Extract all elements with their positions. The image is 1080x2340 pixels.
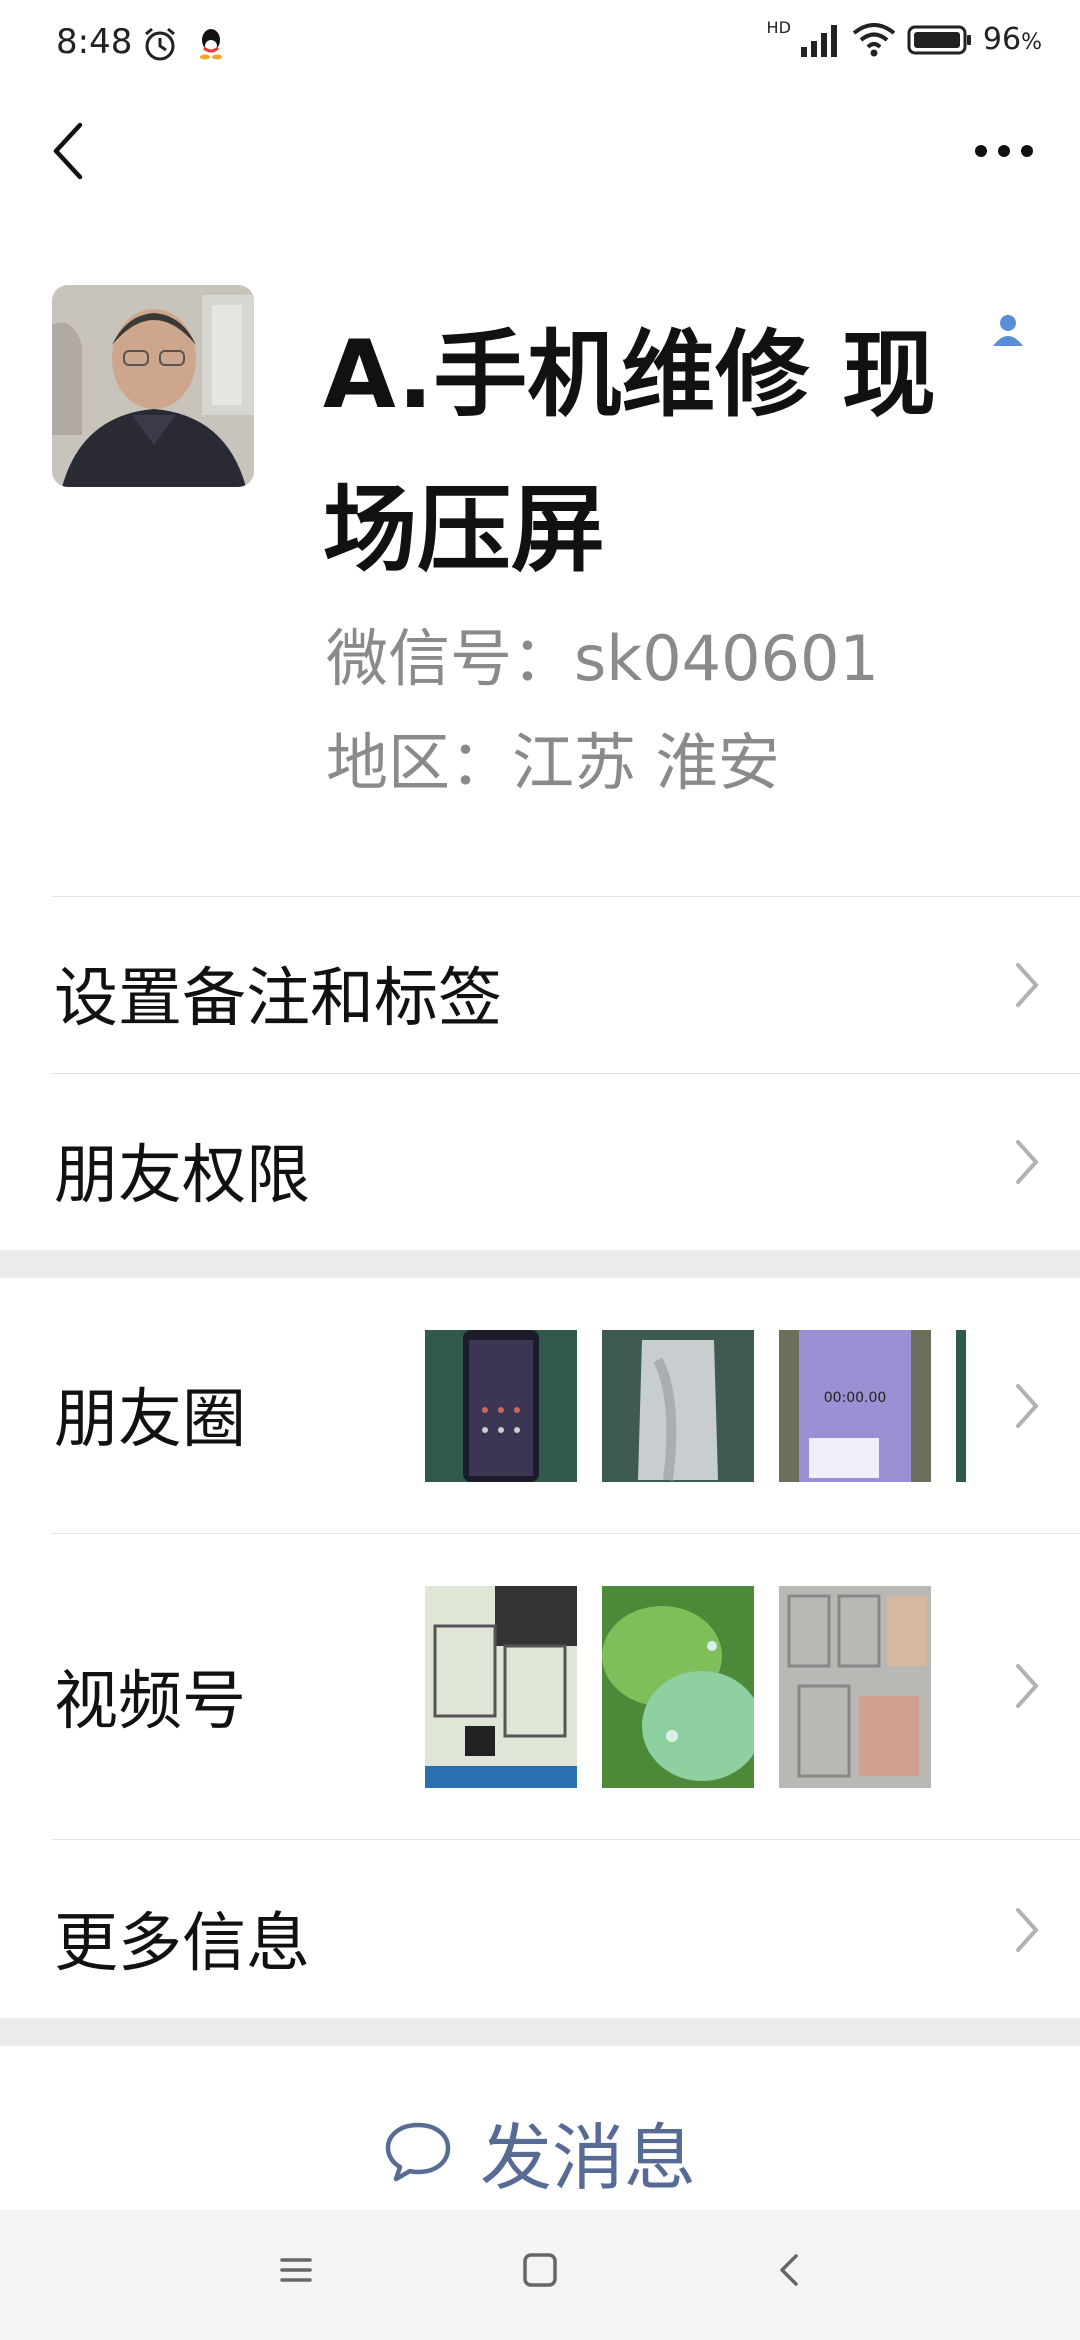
menu-button[interactable] xyxy=(276,2250,316,2294)
more-dots-icon xyxy=(975,145,1033,157)
wifi-icon xyxy=(852,22,896,56)
battery-icon xyxy=(907,25,971,54)
row-more-info[interactable]: 更多信息 xyxy=(0,1840,1080,2018)
row-more-info-label: 更多信息 xyxy=(54,1907,310,1981)
row-channels[interactable]: 视频号 xyxy=(0,1534,1080,1839)
qq-icon xyxy=(196,26,226,64)
channels-thumbnail xyxy=(602,1586,754,1788)
signal-icon xyxy=(800,24,837,57)
top-nav xyxy=(0,96,1080,206)
row-moments[interactable]: 朋友圈 00:00.00 xyxy=(0,1278,1080,1533)
alarm-icon xyxy=(140,24,180,68)
back-button[interactable] xyxy=(36,116,100,186)
wechat-id: 微信号：sk040601 xyxy=(326,622,879,695)
section-separator xyxy=(0,1250,1080,1278)
status-right: HD 96% xyxy=(767,18,1042,57)
send-message-label: 发消息 xyxy=(479,2115,696,2200)
more-button[interactable] xyxy=(964,116,1044,186)
thumb-timer-text: 00:00.00 xyxy=(824,1390,887,1406)
chevron-right-icon xyxy=(1016,1908,1039,1952)
menu-icon xyxy=(280,2258,312,2282)
moments-thumbnail: 00:00.00 xyxy=(779,1330,931,1482)
channels-thumbnail xyxy=(779,1586,931,1788)
chevron-left-icon xyxy=(53,122,83,180)
home-button[interactable] xyxy=(520,2250,560,2294)
moments-thumbnail xyxy=(602,1330,754,1482)
network-type-label: HD xyxy=(766,18,791,37)
region: 地区：江苏 淮安 xyxy=(326,726,780,799)
row-friend-permissions[interactable]: 朋友权限 xyxy=(0,1074,1080,1250)
avatar[interactable] xyxy=(52,285,254,487)
system-back-button[interactable] xyxy=(770,2250,810,2294)
moments-thumbnail xyxy=(956,1330,966,1482)
chevron-right-icon xyxy=(1016,963,1039,1007)
row-remark-label: 设置备注和标签 xyxy=(54,962,502,1036)
row-moments-label: 朋友圈 xyxy=(54,1383,246,1457)
profile-name: A.手机维修 现场压屏 xyxy=(323,321,936,585)
moments-thumbnail xyxy=(425,1330,577,1482)
status-bar: 8:48 HD 96% xyxy=(0,0,1080,96)
back-triangle-icon xyxy=(780,2254,798,2286)
chevron-right-icon xyxy=(1016,1384,1039,1428)
contact-person-icon xyxy=(990,312,1026,348)
chevron-right-icon xyxy=(1016,1664,1039,1708)
row-channels-label: 视频号 xyxy=(54,1665,246,1739)
chat-bubble-icon xyxy=(385,2122,451,2182)
home-square-icon xyxy=(523,2253,557,2287)
row-remark-tags[interactable]: 设置备注和标签 xyxy=(0,897,1080,1073)
chevron-right-icon xyxy=(1016,1140,1039,1184)
row-permissions-label: 朋友权限 xyxy=(54,1139,310,1213)
section-separator xyxy=(0,2018,1080,2046)
battery-percent: 96 xyxy=(982,22,1022,57)
battery-unit: % xyxy=(1021,30,1042,55)
system-nav-bar xyxy=(0,2210,1080,2340)
channels-thumbnail xyxy=(425,1586,577,1788)
status-time: 8:48 xyxy=(56,22,133,62)
